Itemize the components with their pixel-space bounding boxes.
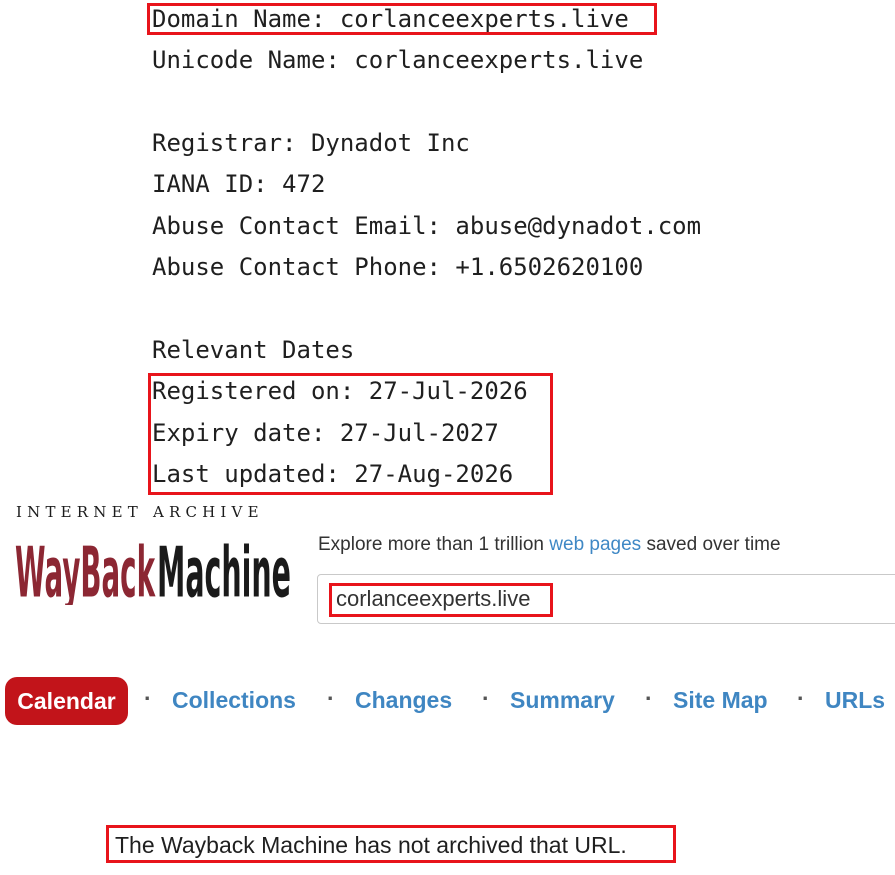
nav-separator: · bbox=[797, 685, 805, 711]
highlight-domain-name bbox=[147, 3, 657, 35]
highlight-search-value bbox=[329, 583, 553, 617]
unicode-name-line: Unicode Name: corlanceexperts.live bbox=[152, 46, 644, 74]
urls-tab[interactable]: URLs bbox=[825, 687, 885, 714]
tagline-suffix: saved over time bbox=[641, 534, 781, 555]
abuse-phone-line: Abuse Contact Phone: +1.6502620100 bbox=[152, 253, 644, 281]
abuse-email-line: Abuse Contact Email: abuse@dynadot.com bbox=[152, 212, 702, 240]
highlight-not-archived bbox=[106, 825, 676, 863]
collections-tab[interactable]: Collections bbox=[172, 687, 296, 714]
nav-separator: · bbox=[645, 685, 653, 711]
web-pages-link[interactable]: web pages bbox=[549, 534, 641, 555]
wayback-machine-logo: WayBack Machine bbox=[15, 532, 291, 605]
wayback-tagline: Explore more than 1 trillion web pages s… bbox=[318, 534, 781, 556]
internet-archive-logo-text: INTERNET ARCHIVE bbox=[16, 503, 264, 521]
registrar-line: Registrar: Dynadot Inc bbox=[152, 129, 470, 157]
changes-tab[interactable]: Changes bbox=[355, 687, 452, 714]
nav-separator: · bbox=[482, 685, 490, 711]
nav-separator: · bbox=[327, 685, 335, 711]
nav-separator: · bbox=[144, 685, 152, 711]
site-map-tab[interactable]: Site Map bbox=[673, 687, 768, 714]
summary-tab[interactable]: Summary bbox=[510, 687, 615, 714]
wayback-nav: Calendar · Collections · Changes · Summa… bbox=[0, 677, 895, 725]
relevant-dates-heading: Relevant Dates bbox=[152, 336, 355, 364]
tagline-prefix: Explore more than 1 trillion bbox=[318, 534, 550, 555]
iana-id-line: IANA ID: 472 bbox=[152, 170, 326, 198]
highlight-dates bbox=[148, 373, 553, 495]
calendar-tab[interactable]: Calendar bbox=[5, 677, 128, 725]
svg-text:Machine: Machine bbox=[157, 532, 291, 605]
svg-text:WayBack: WayBack bbox=[15, 532, 156, 605]
